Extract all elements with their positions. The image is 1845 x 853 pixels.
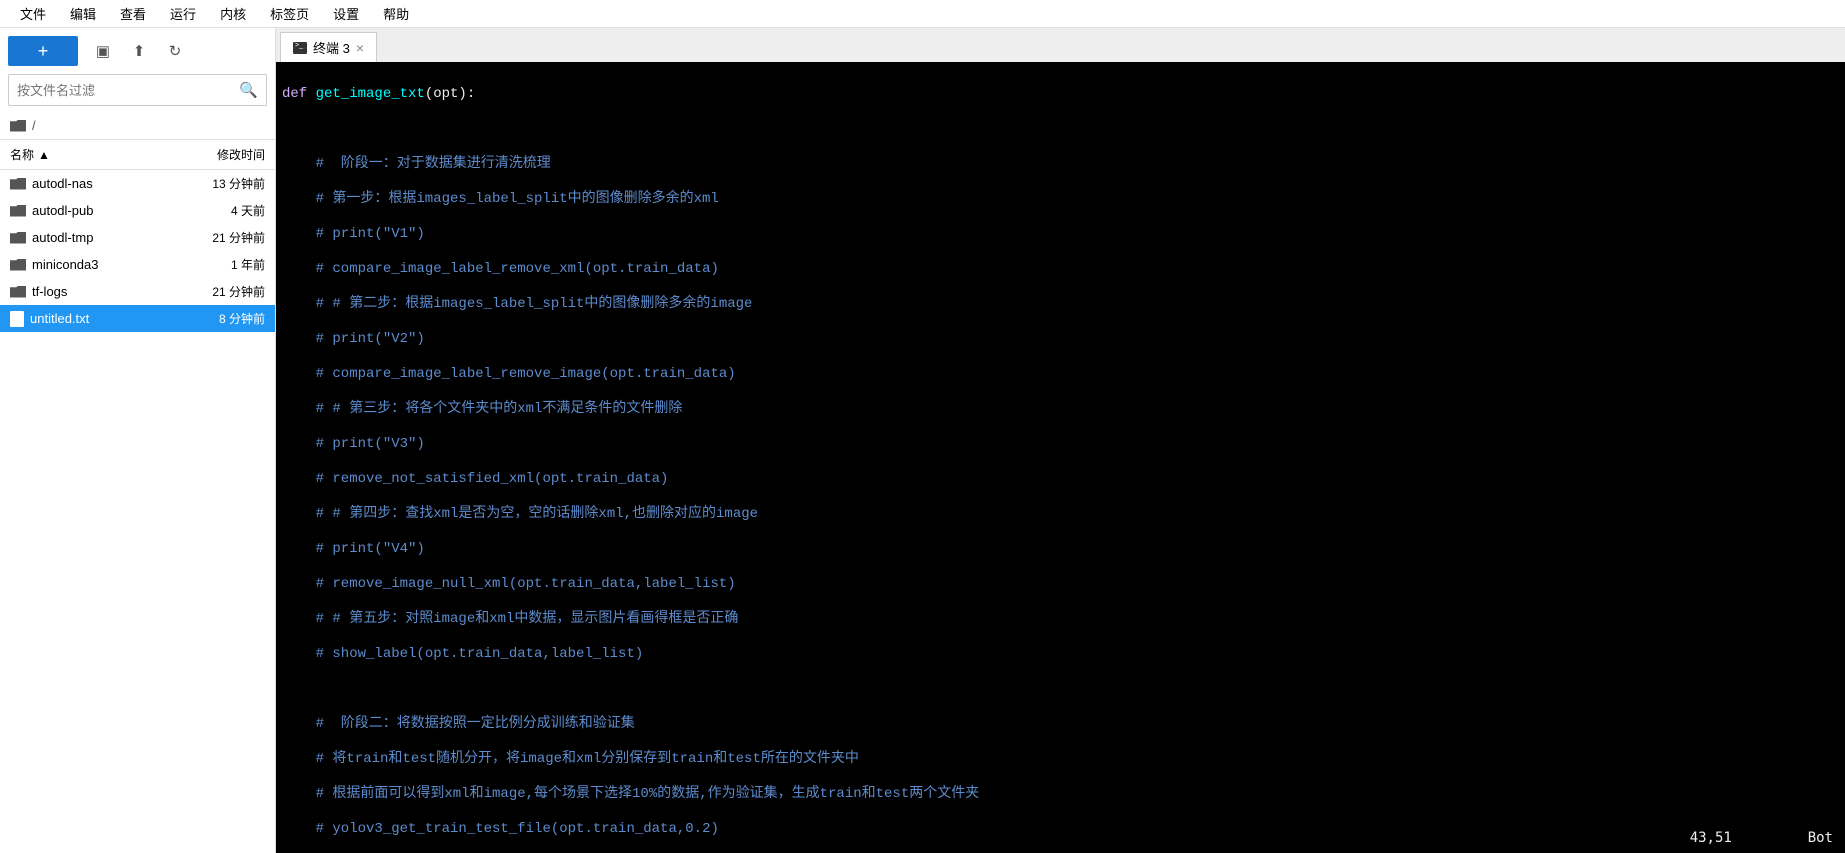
vim-status-right: 43,51 Bot (1690, 830, 1833, 848)
col-name[interactable]: 名称 (10, 146, 34, 163)
file-row[interactable]: autodl-tmp21 分钟前 (0, 224, 275, 251)
refresh-icon[interactable]: ↻ (164, 40, 186, 62)
terminal[interactable]: def get_image_txt(opt): # 阶段一：对于数据集进行清洗梳… (276, 62, 1845, 853)
new-button[interactable]: + (8, 36, 78, 66)
menu-kernel[interactable]: 内核 (208, 2, 258, 25)
folder-icon (10, 178, 26, 190)
menu-file[interactable]: 文件 (8, 2, 58, 25)
file-browser-sidebar: + ▣ ⬆ ↻ 🔍 / 名称 ▲ 修改时间 autodl-nas13 分钟前 au… (0, 28, 276, 853)
menu-run[interactable]: 运行 (158, 2, 208, 25)
breadcrumb-root: / (32, 118, 36, 133)
folder-icon (10, 120, 26, 132)
tab-bar: 终端 3 × (276, 28, 1845, 62)
folder-icon (10, 259, 26, 271)
file-row[interactable]: autodl-pub4 天前 (0, 197, 275, 224)
menu-edit[interactable]: 编辑 (58, 2, 108, 25)
close-icon[interactable]: × (356, 40, 364, 56)
file-list: autodl-nas13 分钟前 autodl-pub4 天前 autodl-t… (0, 170, 275, 853)
file-row[interactable]: autodl-nas13 分钟前 (0, 170, 275, 197)
menu-view[interactable]: 查看 (108, 2, 158, 25)
folder-icon (10, 286, 26, 298)
menu-tabs[interactable]: 标签页 (258, 2, 321, 25)
file-row-selected[interactable]: untitled.txt8 分钟前 (0, 305, 275, 332)
menu-settings[interactable]: 设置 (321, 2, 371, 25)
file-list-header: 名称 ▲ 修改时间 (0, 139, 275, 170)
editor-area: 终端 3 × def get_image_txt(opt): # 阶段一：对于数… (276, 28, 1845, 853)
terminal-icon (293, 42, 307, 54)
filter-box: 🔍 (8, 74, 267, 106)
filter-input[interactable] (9, 79, 231, 102)
col-time[interactable]: 修改时间 (195, 146, 265, 163)
breadcrumb[interactable]: / (0, 112, 275, 139)
folder-icon (10, 232, 26, 244)
search-icon[interactable]: 🔍 (231, 81, 266, 99)
sidebar-toolbar: + ▣ ⬆ ↻ (0, 28, 275, 74)
new-folder-icon[interactable]: ▣ (92, 40, 114, 62)
file-row[interactable]: miniconda31 年前 (0, 251, 275, 278)
sort-icon: ▲ (38, 148, 50, 162)
tab-terminal[interactable]: 终端 3 × (280, 32, 377, 62)
menubar: 文件 编辑 查看 运行 内核 标签页 设置 帮助 (0, 0, 1845, 28)
tab-label: 终端 3 (313, 38, 350, 57)
folder-icon (10, 205, 26, 217)
file-row[interactable]: tf-logs21 分钟前 (0, 278, 275, 305)
file-icon (10, 311, 24, 327)
menu-help[interactable]: 帮助 (371, 2, 421, 25)
upload-icon[interactable]: ⬆ (128, 40, 150, 62)
